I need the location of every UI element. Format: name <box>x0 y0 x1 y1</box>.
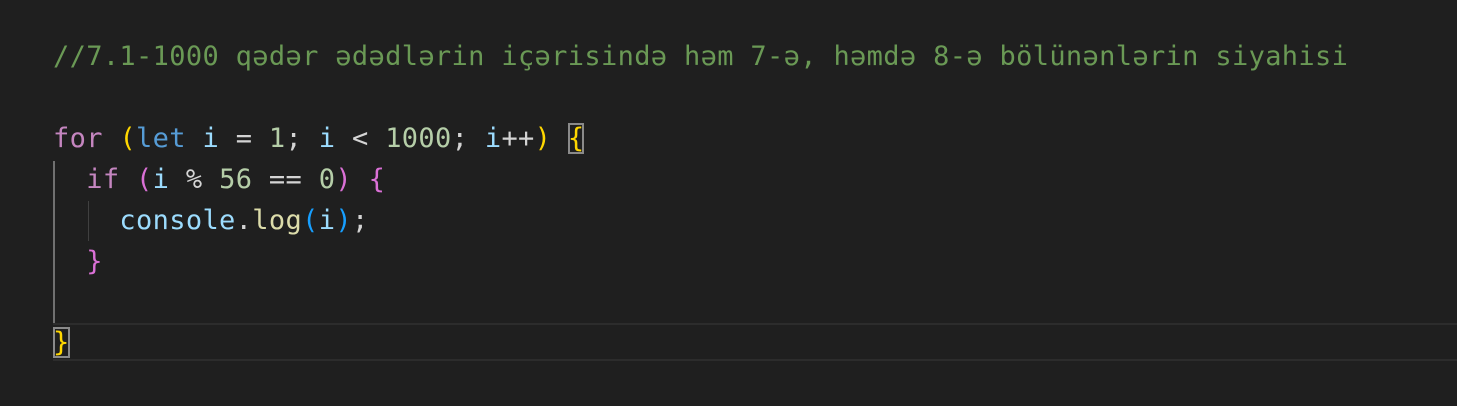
code-line-6[interactable]: } <box>53 242 103 282</box>
code-line-5[interactable]: console.log(i); <box>53 201 369 241</box>
token-brace-close: } <box>86 246 103 277</box>
token-brace-open: { <box>567 123 585 154</box>
current-line-highlight <box>53 323 1457 361</box>
token-operator: == <box>252 164 319 195</box>
token-operator: ++ <box>501 123 535 154</box>
token-paren: ( <box>119 123 137 154</box>
token-brace-open: { <box>368 164 386 195</box>
token-paren: ( <box>136 164 153 195</box>
token-number: 1000 <box>385 123 452 154</box>
token-operator: % <box>169 164 220 195</box>
token-variable: i <box>484 123 502 154</box>
token-paren: ) <box>534 123 552 154</box>
token-paren: ( <box>302 205 319 236</box>
token-punct: ; <box>351 205 369 236</box>
token-paren: ) <box>335 164 352 195</box>
token-number: 56 <box>219 164 253 195</box>
token-keyword: for <box>53 123 103 154</box>
token-operator: = <box>219 123 269 154</box>
token-number: 1 <box>268 123 286 154</box>
code-line-3[interactable]: for (let i = 1; i < 1000; i++) { <box>53 119 585 159</box>
token-variable: console <box>119 205 236 236</box>
token-number: 0 <box>318 164 336 195</box>
token-keyword: if <box>86 164 120 195</box>
token-punct: ; <box>451 123 485 154</box>
code-line-4[interactable]: if (i % 56 == 0) { <box>53 160 385 200</box>
token-keyword: let <box>136 123 186 154</box>
token-function: log <box>252 205 303 236</box>
code-line-1[interactable]: //7.1-1000 qədər ədədlərin içərisində hə… <box>53 37 1348 77</box>
token-punct: . <box>235 205 253 236</box>
token-variable: i <box>152 164 170 195</box>
token-variable: i <box>318 123 336 154</box>
code-line-8[interactable]: } <box>53 323 70 363</box>
token-variable: i <box>202 123 220 154</box>
token-brace-close: } <box>53 327 70 358</box>
token-paren: ) <box>335 205 352 236</box>
token-operator: < <box>335 123 386 154</box>
token-variable: i <box>318 205 336 236</box>
token-comment: //7.1-1000 qədər ədədlərin içərisində hə… <box>53 41 1349 72</box>
token-punct: ; <box>285 123 319 154</box>
code-editor[interactable]: //7.1-1000 qədər ədədlərin içərisində hə… <box>0 0 1457 406</box>
